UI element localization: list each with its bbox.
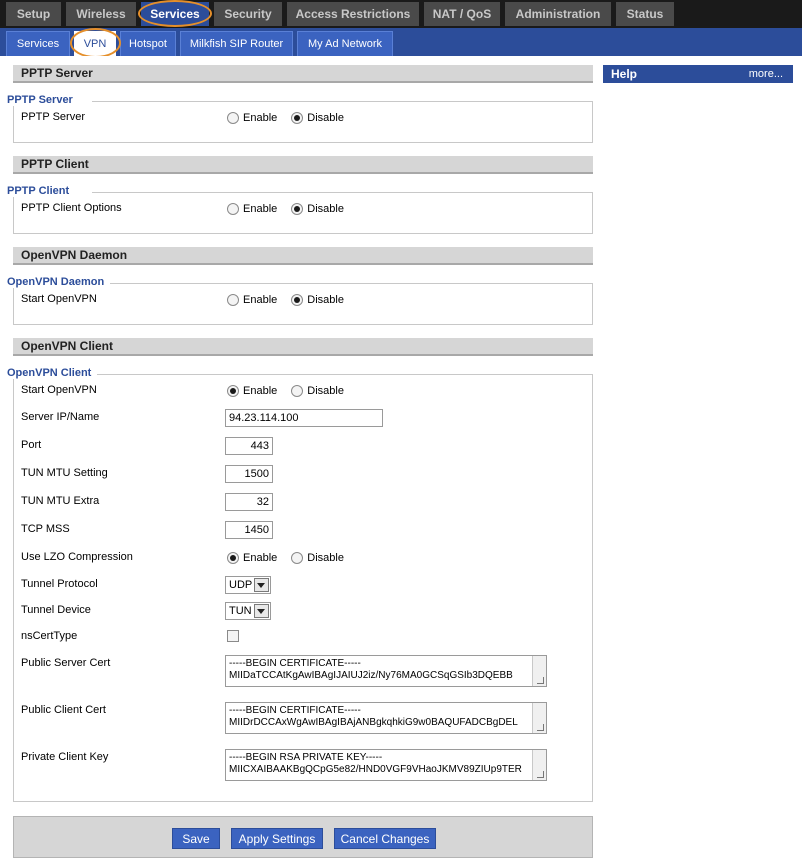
save-button[interactable]: Save [172, 828, 220, 849]
subtab-my-ad-network[interactable]: My Ad Network [297, 31, 393, 56]
openvpn-daemon-disable-radio[interactable] [291, 294, 304, 306]
pptp-server-label: PPTP Server [21, 111, 85, 123]
main-content: Help more... PPTP Server PPTP Server PPT… [0, 56, 802, 858]
public-client-cert-label: Public Client Cert [21, 704, 106, 716]
tun-mtu-extra-input[interactable]: 32 [225, 493, 273, 511]
tunnel-device-select[interactable]: TUN [225, 602, 271, 620]
client-key-line-1: -----BEGIN RSA PRIVATE KEY----- [229, 752, 383, 763]
tab-security[interactable]: Security [214, 2, 282, 26]
tab-access-restrictions[interactable]: Access Restrictions [287, 2, 419, 26]
textarea-scrollbar[interactable] [532, 656, 546, 686]
openvpn-client-enable-radio[interactable] [227, 385, 239, 397]
openvpn-client-start-radio-group: Enable Disable [227, 385, 358, 397]
openvpn-daemon-header: OpenVPN Daemon [13, 247, 593, 265]
nscerttype-checkbox[interactable] [227, 630, 239, 642]
private-client-key-label: Private Client Key [21, 751, 109, 763]
server-ip-label: Server IP/Name [21, 411, 100, 423]
openvpn-client-legend: OpenVPN Client [7, 367, 98, 379]
tun-mtu-extra-label: TUN MTU Extra [21, 495, 100, 507]
tab-nat-qos[interactable]: NAT / QoS [424, 2, 500, 26]
radio-disable-label: Disable [307, 385, 344, 397]
openvpn-client-start-label: Start OpenVPN [21, 384, 97, 396]
server-cert-line-2: MIIDaTCCAtKgAwIBAgIJAIUJ2iz/Ny76MA0GCSqG… [229, 670, 513, 681]
radio-disable-label: Disable [307, 552, 344, 564]
tunnel-protocol-select[interactable]: UDP [225, 576, 271, 594]
radio-disable-label: Disable [307, 112, 344, 124]
tcp-mss-input[interactable]: 1450 [225, 521, 273, 539]
nscerttype-label: nsCertType [21, 630, 78, 642]
openvpn-daemon-legend: OpenVPN Daemon [7, 276, 111, 288]
radio-disable-label: Disable [307, 294, 344, 306]
subtab-hotspot[interactable]: Hotspot [120, 31, 176, 56]
private-client-key-textarea[interactable]: -----BEGIN RSA PRIVATE KEY----- MIICXAIB… [225, 749, 547, 781]
tab-setup[interactable]: Setup [6, 2, 61, 26]
port-label: Port [21, 439, 42, 451]
textarea-scrollbar[interactable] [532, 703, 546, 733]
subtab-services[interactable]: Services [6, 31, 70, 56]
openvpn-client-header: OpenVPN Client [13, 338, 593, 356]
tab-administration[interactable]: Administration [505, 2, 611, 26]
public-server-cert-textarea[interactable]: -----BEGIN CERTIFICATE----- MIIDaTCCAtKg… [225, 655, 547, 687]
server-cert-line-1: -----BEGIN CERTIFICATE----- [229, 658, 361, 669]
radio-enable-label: Enable [243, 112, 278, 124]
lzo-disable-radio[interactable] [291, 552, 304, 564]
tab-status[interactable]: Status [616, 2, 674, 26]
radio-enable-label: Enable [243, 385, 278, 397]
radio-enable-label: Enable [243, 203, 278, 215]
radio-enable-label: Enable [243, 294, 278, 306]
apply-settings-button[interactable]: Apply Settings [231, 828, 323, 849]
radio-enable-label: Enable [243, 552, 278, 564]
public-server-cert-label: Public Server Cert [21, 657, 111, 669]
public-client-cert-textarea[interactable]: -----BEGIN CERTIFICATE----- MIIDrDCCAxWg… [225, 702, 547, 734]
tunnel-protocol-value: UDP [229, 579, 253, 591]
radio-disable-label: Disable [307, 203, 344, 215]
client-cert-line-1: -----BEGIN CERTIFICATE----- [229, 705, 361, 716]
pptp-client-disable-radio[interactable] [291, 203, 304, 215]
cancel-changes-button[interactable]: Cancel Changes [334, 828, 436, 849]
openvpn-daemon-radio-group: Enable Disable [227, 294, 358, 306]
sub-nav-bar: Services VPN Hotspot Milkfish SIP Router… [0, 28, 802, 56]
openvpn-daemon-start-label: Start OpenVPN [21, 293, 97, 305]
tab-wireless[interactable]: Wireless [66, 2, 136, 26]
openvpn-client-disable-radio[interactable] [291, 385, 304, 397]
tunnel-protocol-label: Tunnel Protocol [21, 578, 98, 590]
chevron-down-icon[interactable] [253, 604, 269, 618]
server-ip-input[interactable]: 94.23.114.100 [225, 409, 383, 427]
chevron-down-icon[interactable] [253, 578, 269, 592]
tcp-mss-label: TCP MSS [21, 523, 70, 535]
openvpn-client-fieldset [13, 374, 593, 802]
tun-mtu-input[interactable]: 1500 [225, 465, 273, 483]
pptp-server-disable-radio[interactable] [291, 112, 304, 124]
help-panel: Help more... [603, 65, 793, 83]
subtab-milkfish-sip-router[interactable]: Milkfish SIP Router [180, 31, 293, 56]
pptp-server-radio-group: Enable Disable [227, 112, 358, 124]
port-input[interactable]: 443 [225, 437, 273, 455]
pptp-client-radio-group: Enable Disable [227, 203, 358, 215]
tunnel-device-value: TUN [229, 605, 252, 617]
lzo-compression-label: Use LZO Compression [21, 551, 133, 563]
client-key-line-2: MIICXAIBAAKBgQCpG5e82/HND0VGF9VHaoJKMV89… [229, 764, 522, 775]
tunnel-device-label: Tunnel Device [21, 604, 91, 616]
button-bar: Save Apply Settings Cancel Changes [13, 816, 593, 858]
subtab-vpn[interactable]: VPN [74, 31, 116, 56]
pptp-client-enable-radio[interactable] [227, 203, 239, 215]
pptp-client-options-label: PPTP Client Options [21, 202, 122, 214]
help-title: Help [611, 67, 638, 81]
lzo-radio-group: Enable Disable [227, 552, 358, 564]
pptp-client-legend: PPTP Client [7, 185, 76, 197]
top-nav-bar: Setup Wireless Services Security Access … [0, 0, 802, 28]
lzo-enable-radio[interactable] [227, 552, 239, 564]
pptp-server-enable-radio[interactable] [227, 112, 239, 124]
tun-mtu-label: TUN MTU Setting [21, 467, 108, 479]
help-more-link[interactable]: more... [749, 65, 783, 83]
textarea-scrollbar[interactable] [532, 750, 546, 780]
client-cert-line-2: MIIDrDCCAxWgAwIBAgIBAjANBgkqhkiG9w0BAQUF… [229, 717, 518, 728]
openvpn-daemon-enable-radio[interactable] [227, 294, 239, 306]
pptp-server-header: PPTP Server [13, 65, 593, 83]
tab-services[interactable]: Services [141, 2, 209, 26]
pptp-server-legend: PPTP Server [7, 94, 79, 106]
pptp-client-header: PPTP Client [13, 156, 593, 174]
